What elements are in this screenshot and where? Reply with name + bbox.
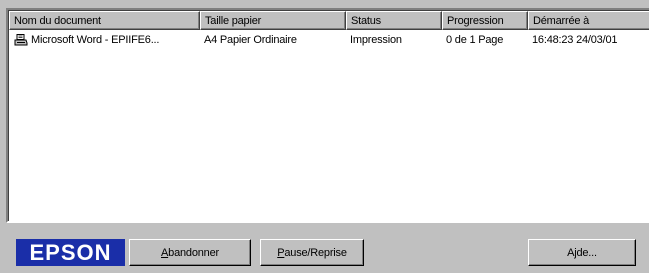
- print-queue-list[interactable]: Nom du document Taille papier Status Pro…: [6, 8, 649, 223]
- cell-paper-size: A4 Papier Ordinaire: [204, 34, 297, 46]
- epson-progress-window: Nom du document Taille papier Status Pro…: [0, 0, 649, 277]
- cell-started-at: 16:48:23 24/03/01: [532, 34, 618, 46]
- column-header-status[interactable]: Status: [346, 11, 442, 30]
- cell-status: Impression: [350, 34, 402, 46]
- printer-document-icon: [14, 34, 28, 46]
- epson-logo: EPSON: [16, 239, 125, 266]
- bottom-border: [0, 273, 649, 277]
- table-row[interactable]: Microsoft Word - EPIIFE6... A4 Papier Or…: [9, 32, 649, 48]
- pause-resume-label: ause/Reprise: [284, 246, 347, 259]
- cell-document-name: Microsoft Word - EPIIFE6...: [9, 34, 200, 46]
- pause-resume-button[interactable]: Pause/Reprise: [260, 239, 364, 266]
- button-bar: EPSON Abandonner Pause/Reprise Ajde...: [0, 223, 649, 277]
- column-header-document-name[interactable]: Nom du document: [9, 11, 200, 30]
- help-button[interactable]: Ajde...: [528, 239, 636, 266]
- abandon-button[interactable]: Abandonner: [129, 239, 251, 266]
- column-header-started-at[interactable]: Démarrée à: [528, 11, 649, 30]
- document-name-text: Microsoft Word - EPIIFE6...: [31, 34, 160, 46]
- list-header: Nom du document Taille papier Status Pro…: [9, 11, 649, 30]
- cell-progress: 0 de 1 Page: [446, 34, 504, 46]
- help-label: Ajde...: [567, 246, 597, 259]
- abandon-label: bandonner: [168, 246, 219, 259]
- column-header-paper-size[interactable]: Taille papier: [200, 11, 346, 30]
- column-header-progress[interactable]: Progression: [442, 11, 528, 30]
